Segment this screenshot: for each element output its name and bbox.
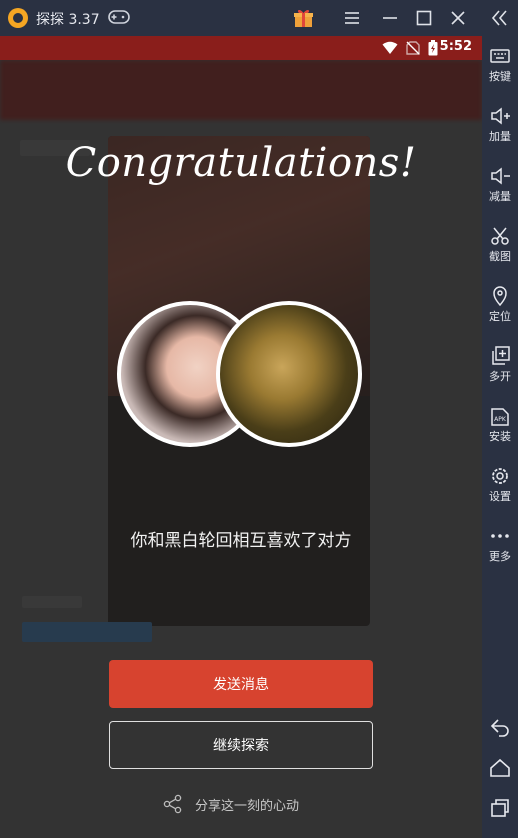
sidebar-item-screenshot[interactable]: 截图 [482,226,518,280]
keep-exploring-button[interactable]: 继续探索 [109,721,373,769]
minimize-icon[interactable] [380,8,400,28]
back-icon[interactable] [489,716,511,738]
share-moment-link[interactable]: 分享这一刻的心动 [163,792,299,816]
sidebar-item-volume-up[interactable]: 加量 [482,106,518,160]
android-screen: 5:52 Congratulations! 你和黑白轮回相互喜欢了对方 发送消息… [0,36,482,838]
match-message: 你和黑白轮回相互喜欢了对方 [130,531,352,551]
emulator-sidebar: 按键 加量 减量 截图 定位 多开 APK 安装 设置 更多 [482,0,518,838]
volume-up-icon [491,107,510,125]
multi-instance-icon [492,346,510,365]
scissors-icon [491,227,509,245]
sidebar-item-label: 截图 [489,250,511,263]
sidebar-item-label: 多开 [489,370,511,383]
apk-install-icon: APK [491,408,509,426]
home-icon[interactable] [489,757,511,779]
sidebar-item-multi-instance[interactable]: 多开 [482,346,518,400]
gamepad-icon[interactable] [108,9,130,25]
keyboard-icon [490,49,510,63]
more-dots-icon [491,534,509,538]
emulator-titlebar: 探探 3.37 [0,0,518,36]
sidebar-item-location[interactable]: 定位 [482,286,518,340]
sidebar-item-label: 按键 [489,70,511,83]
sidebar-item-label: 定位 [489,310,511,323]
svg-text:APK: APK [494,416,507,423]
sidebar-item-label: 安装 [489,430,511,443]
sidebar-item-settings[interactable]: 设置 [482,466,518,520]
gift-icon[interactable] [293,8,314,28]
sidebar-item-more[interactable]: 更多 [482,526,518,580]
sidebar-item-label: 设置 [489,490,511,503]
gear-icon [492,468,508,484]
sidebar-item-volume-down[interactable]: 减量 [482,166,518,220]
volume-down-icon [491,167,510,185]
recent-apps-icon[interactable] [489,797,511,819]
match-avatar [216,301,362,447]
app-logo-icon [8,8,28,28]
share-label: 分享这一刻的心动 [195,798,300,814]
sidebar-item-install[interactable]: APK 安装 [482,406,518,460]
sidebar-item-label: 减量 [489,190,511,203]
location-pin-icon [493,286,507,306]
sidebar-item-keys[interactable]: 按键 [482,46,518,100]
share-icon [163,794,182,814]
sidebar-item-label: 更多 [489,550,511,563]
window-title: 探探 3.37 [36,12,100,28]
menu-icon[interactable] [342,8,362,28]
match-dialog: Congratulations! 你和黑白轮回相互喜欢了对方 发送消息 继续探索… [0,36,482,838]
send-message-button[interactable]: 发送消息 [109,660,373,708]
maximize-icon[interactable] [414,8,434,28]
close-icon[interactable] [448,8,468,28]
sidebar-item-label: 加量 [489,130,511,143]
double-chevron-left-icon[interactable] [490,9,510,27]
congratulations-headline: Congratulations! [65,140,417,186]
